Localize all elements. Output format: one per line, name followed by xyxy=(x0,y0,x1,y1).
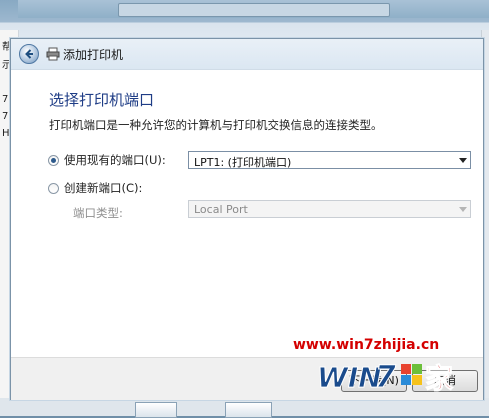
back-arrow-icon xyxy=(25,49,33,59)
svg-text:家: 家 xyxy=(425,362,453,395)
svg-text:7: 7 xyxy=(375,360,396,395)
new-port-label[interactable]: 创建新端口(C): xyxy=(64,180,142,196)
svg-text:WIN: WIN xyxy=(317,361,382,394)
back-button[interactable] xyxy=(19,44,39,64)
background-address-bar xyxy=(118,3,390,17)
existing-port-value: LPT1: (打印机端口) xyxy=(194,156,292,169)
printer-icon xyxy=(46,47,60,61)
watermark-logo: WIN 7 家 xyxy=(317,360,454,396)
port-type-label: 端口类型: xyxy=(73,206,123,220)
page-description: 打印机端口是一种允许您的计算机与打印机交换信息的连接类型。 xyxy=(49,118,383,132)
dialog-title: 添加打印机 xyxy=(63,48,124,62)
port-type-value: Local Port xyxy=(194,203,248,216)
existing-port-select[interactable]: LPT1: (打印机端口) xyxy=(188,151,471,169)
existing-port-label[interactable]: 使用现有的端口(U): xyxy=(64,152,166,168)
watermark-url: www.win7zhijia.cn xyxy=(293,337,440,353)
new-port-radio[interactable] xyxy=(48,183,59,194)
chevron-down-icon xyxy=(459,207,467,212)
dialog-header: 添加打印机 xyxy=(11,39,483,70)
port-type-select[interactable]: Local Port xyxy=(188,200,471,218)
page-heading: 选择打印机端口 xyxy=(49,91,155,109)
background-titlebar xyxy=(18,0,489,18)
chevron-down-icon xyxy=(459,158,467,163)
existing-port-radio[interactable] xyxy=(48,155,59,166)
